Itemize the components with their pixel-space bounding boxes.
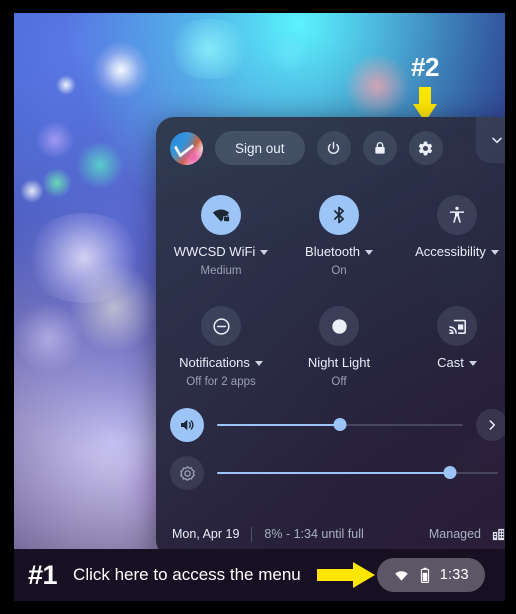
bluetooth-icon [319,195,359,235]
pod-notifications-sublabel: Off for 2 apps [186,376,256,388]
pod-night-light[interactable]: Night Light Off [280,300,398,389]
date-label[interactable]: Mon, Apr 19 [172,527,239,541]
battery-status-label[interactable]: 8% - 1:34 until full [264,527,363,541]
pod-label-text: Night Light [307,355,371,370]
brightness-slider[interactable] [217,466,498,480]
annotation-step-1-number: #1 [28,560,58,590]
power-icon [325,140,342,157]
accessibility-icon [437,195,477,235]
pod-wifi-label: WWCSD WiFi [174,244,269,260]
quick-settings-row-2: Notifications Off for 2 apps Night Light… [156,300,505,389]
cast-icon [437,306,477,346]
moon-icon [319,306,359,346]
pod-bluetooth[interactable]: Bluetooth On [280,189,398,278]
pod-night-light-sublabel: Off [331,376,347,388]
chevron-down-icon [364,249,373,255]
brightness-icon[interactable] [170,456,204,490]
power-button[interactable] [316,131,351,165]
pod-notifications[interactable]: Notifications Off for 2 apps [162,300,280,389]
chevron-down-icon [468,360,477,366]
wifi-locked-icon [201,195,241,235]
pod-cast-label: Cast [437,355,477,371]
volume-expand-button[interactable] [476,409,505,441]
slider-section [156,389,505,495]
pod-label-text: Accessibility [415,244,486,259]
pod-accessibility-label: Accessibility [415,244,499,260]
chevron-down-icon [254,360,263,366]
chevron-down-icon [489,132,505,148]
status-tray-button[interactable]: 1:33 [376,558,485,592]
pod-label-text: Notifications [179,355,250,370]
tray-top-row: Sign out [156,117,505,179]
brightness-slider-row [170,451,505,495]
volume-icon[interactable] [170,408,204,442]
chevron-right-icon [485,418,499,432]
pod-bluetooth-sublabel: On [331,265,347,277]
lock-icon [372,140,388,156]
lock-button[interactable] [362,131,397,165]
pod-accessibility[interactable]: Accessibility [398,189,505,278]
pod-notifications-label: Notifications [179,355,263,371]
collapse-tray-button[interactable] [476,117,505,163]
pod-label-text: WWCSD WiFi [173,244,256,259]
footer-right-group: Managed [429,527,505,542]
annotation-step-1-arrow-icon [316,562,375,588]
quick-settings-row-1: WWCSD WiFi Medium Bluetooth On Accessibi… [156,189,505,278]
pod-night-light-label: Night Light [308,355,370,371]
settings-button[interactable] [408,131,443,165]
chromebook-screen: #2 Sign out WWCSD WiFi Medium Bluetooth … [14,13,505,561]
sign-out-button[interactable]: Sign out [215,131,305,165]
pod-bluetooth-label: Bluetooth [305,244,373,260]
chevron-down-icon [490,249,499,255]
pod-cast[interactable]: Cast [398,300,505,389]
chevron-down-icon [260,249,269,255]
managed-label[interactable]: Managed [429,527,481,541]
battery-icon [419,567,431,584]
system-tray-panel: Sign out WWCSD WiFi Medium Bluetooth On … [156,117,505,558]
annotation-bar: #1 Click here to access the menu 1:33 [14,549,505,601]
clock-label: 1:33 [439,567,469,583]
pod-wifi[interactable]: WWCSD WiFi Medium [162,189,280,278]
avatar[interactable] [170,131,203,165]
annotation-step-1-text: Click here to access the menu [73,565,301,584]
pod-wifi-sublabel: Medium [200,265,242,277]
pod-label-text: Bluetooth [305,244,360,259]
enterprise-building-icon[interactable] [491,527,505,542]
footer-divider [251,526,253,542]
volume-slider-row [170,403,505,447]
volume-slider[interactable] [217,418,463,432]
do-not-disturb-icon [201,306,241,346]
gear-icon [417,140,434,157]
pod-label-text: Cast [437,355,464,370]
wifi-icon [393,567,410,584]
